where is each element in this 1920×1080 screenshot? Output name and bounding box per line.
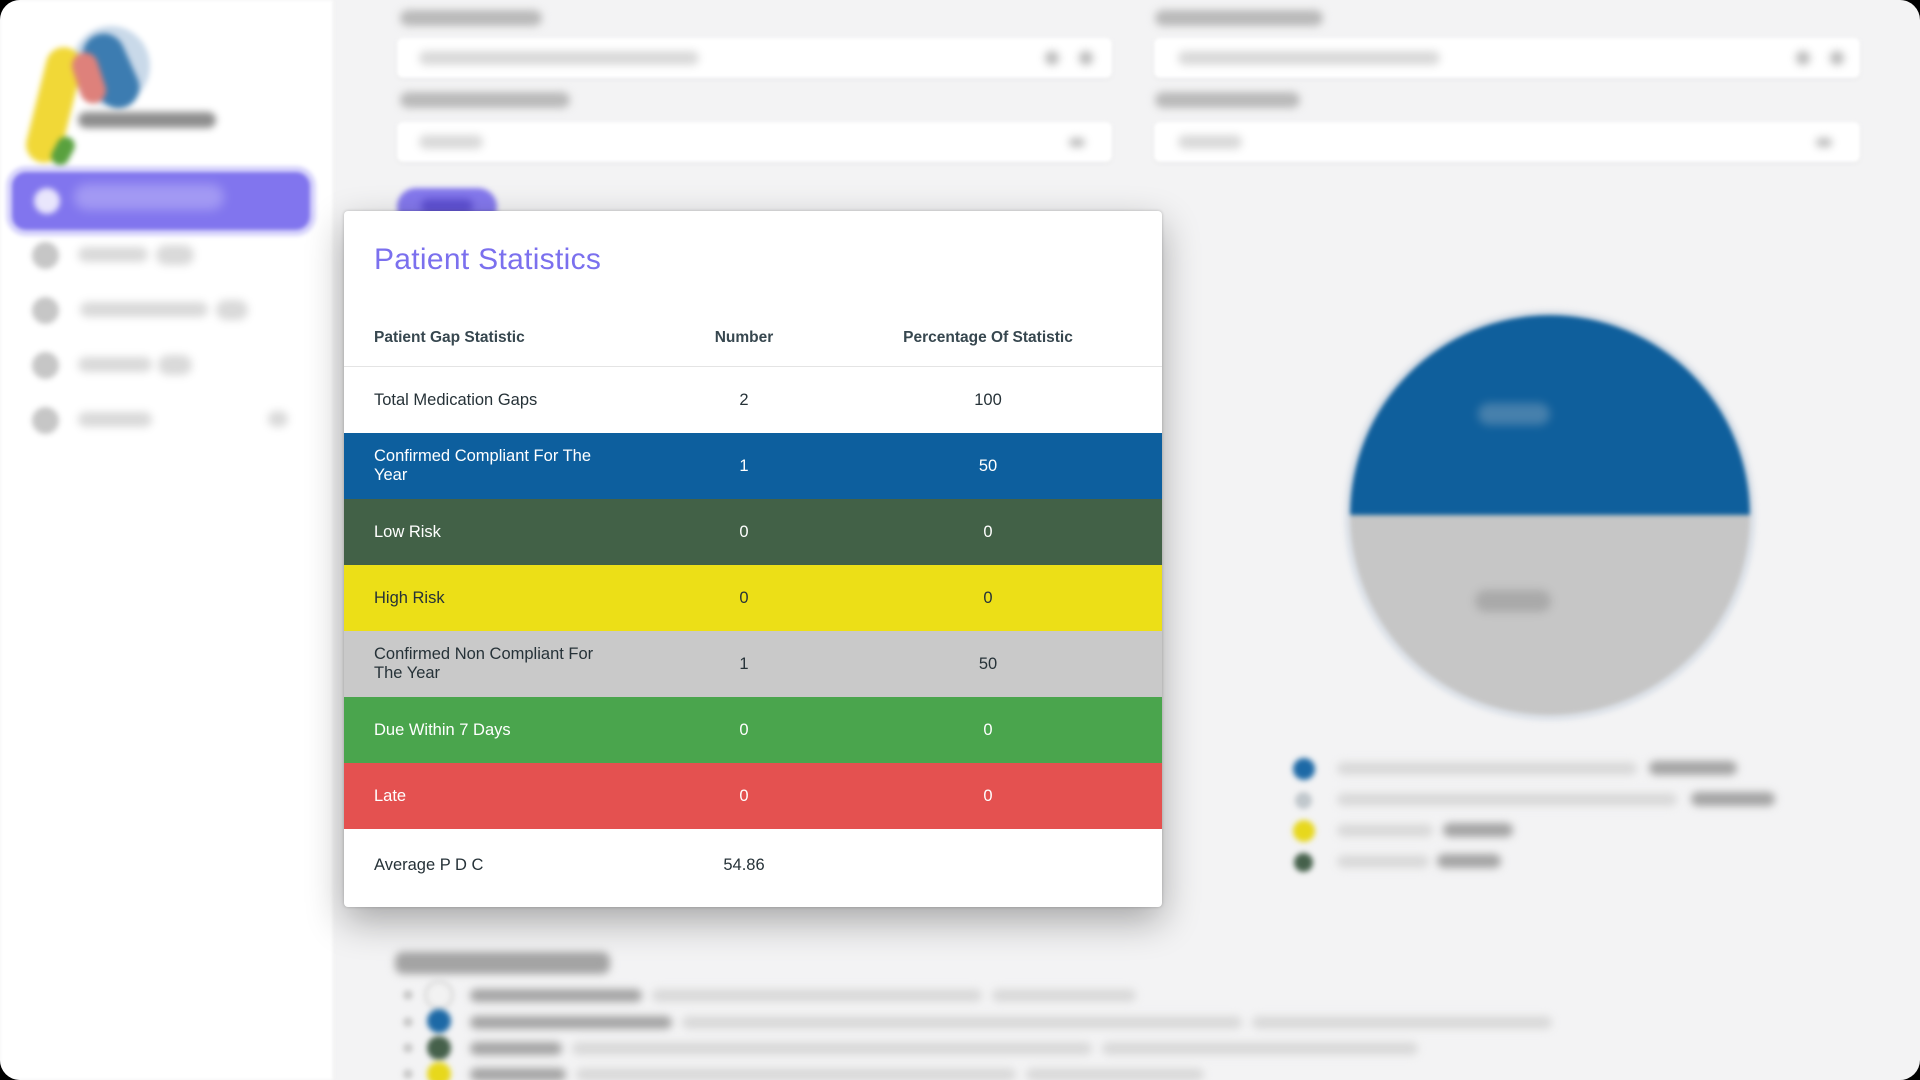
sidebar-item-3-icon [32,352,59,379]
table-row-average-pdc: Average P D C 54.86 [344,829,1162,901]
chevron-down-icon[interactable] [1079,51,1093,65]
table-row-late: Late 0 0 [344,763,1162,829]
legend-value-1-blurred [1649,761,1737,775]
chevron-down-icon[interactable] [1830,51,1844,65]
glossary-marker-blue [427,1009,451,1033]
selected-item-label-blurred [74,184,224,210]
legend-text-1-blurred [1337,762,1637,775]
sidebar-item-1-icon [32,242,59,269]
pie-slice-label-blue-blurred [1478,403,1550,425]
table-header-row: Patient Gap Statistic Number Percentage … [344,311,1162,365]
filter-label-2-blurred [1155,10,1323,26]
table-row-high-risk: High Risk 0 0 [344,565,1162,631]
legend-dot-dark-green [1294,853,1313,872]
modal-title: Patient Statistics [374,243,601,277]
sidebar-item-2-badge-blurred [216,300,248,320]
glossary-marker-yellow [427,1062,451,1080]
sidebar-item-selected[interactable] [12,172,310,230]
chevron-right-icon[interactable] [268,411,288,427]
filter-date-input[interactable] [1154,38,1860,78]
sidebar-item-1[interactable] [0,233,334,277]
legend-dot-yellow [1293,820,1315,842]
sidebar-item-2-icon [32,297,59,324]
statistics-table: Total Medication Gaps 2 100 Confirmed Co… [344,366,1162,901]
calendar-icon[interactable] [1796,51,1810,65]
sidebar-item-3-label-blurred [78,357,152,372]
filter-select-1[interactable] [397,122,1112,162]
sidebar-item-4-label-blurred [78,412,152,427]
legend-dot-gray [1295,792,1312,809]
legend-value-2-blurred [1691,792,1775,806]
table-row-total-medication-gaps: Total Medication Gaps 2 100 [344,367,1162,433]
compliance-pie-chart [1350,315,1750,715]
sidebar [0,0,334,1080]
pie-slice-label-gray-blurred [1475,590,1551,612]
clear-icon[interactable] [1045,51,1059,65]
patient-statistics-modal: Patient Statistics Patient Gap Statistic… [344,211,1162,907]
sidebar-item-4[interactable] [0,398,334,442]
sidebar-item-2-label-blurred [80,302,208,317]
filter-multiselect-1[interactable] [397,38,1112,78]
sidebar-item-1-label-blurred [78,247,148,262]
glossary-title-blurred [395,952,610,974]
logo-wordmark-blurred [78,112,216,128]
legend-text-4-blurred [1337,855,1429,868]
sidebar-item-4-icon [32,407,59,434]
filter-multiselect-1-value-blurred [419,51,699,65]
col-header-number: Number [674,329,814,347]
filter-select-2[interactable] [1154,122,1860,162]
app-window: Patient Statistics Patient Gap Statistic… [0,0,1920,1080]
col-header-percentage: Percentage Of Statistic [814,329,1162,347]
sidebar-item-1-badge-blurred [156,245,194,265]
chevron-down-icon[interactable] [1069,138,1085,147]
glossary-marker-dark-green [427,1036,451,1060]
filter-label-4-blurred [1155,92,1300,108]
legend-text-3-blurred [1337,824,1433,837]
table-row-confirmed-non-compliant: Confirmed Non Compliant For The Year 1 5… [344,631,1162,697]
table-row-low-risk: Low Risk 0 0 [344,499,1162,565]
legend-value-3-blurred [1443,823,1513,837]
chevron-down-icon[interactable] [1816,138,1832,147]
filter-select-2-placeholder-blurred [1178,135,1242,149]
sidebar-item-2[interactable] [0,288,334,332]
filter-label-1-blurred [400,10,542,26]
glossary-marker-white [427,983,451,1007]
selected-item-icon [34,188,60,214]
legend-value-4-blurred [1437,854,1501,868]
sidebar-item-3-badge-blurred [158,355,192,375]
table-row-due-within-7-days: Due Within 7 Days 0 0 [344,697,1162,763]
filter-select-1-placeholder-blurred [419,135,483,149]
filter-label-3-blurred [400,92,570,108]
legend-dot-blue [1293,758,1315,780]
sidebar-item-3[interactable] [0,343,334,387]
filter-date-value-blurred [1178,51,1440,65]
app-logo [28,18,218,158]
table-row-confirmed-compliant: Confirmed Compliant For The Year 1 50 [344,433,1162,499]
col-header-statistic: Patient Gap Statistic [344,329,674,347]
legend-text-2-blurred [1337,793,1677,806]
